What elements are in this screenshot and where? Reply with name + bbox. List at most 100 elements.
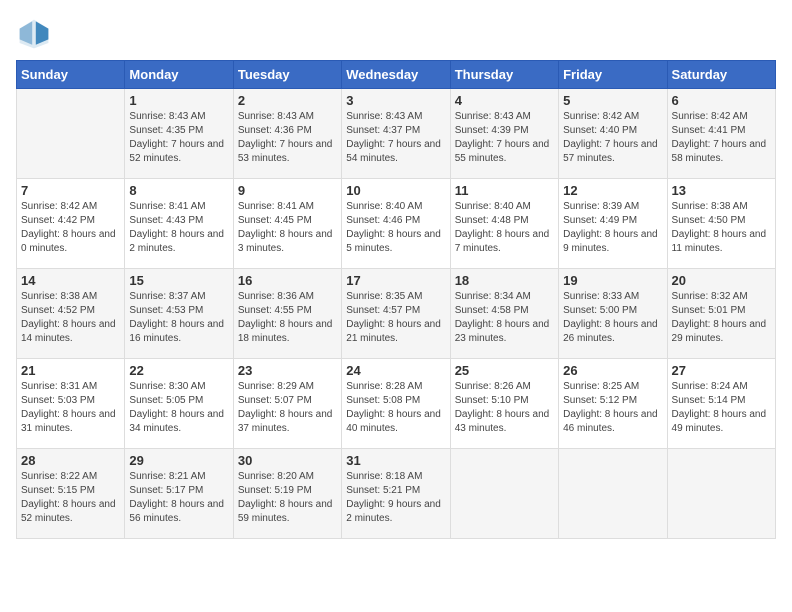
day-number: 26: [563, 363, 662, 378]
day-number: 3: [346, 93, 445, 108]
day-number: 19: [563, 273, 662, 288]
day-number: 31: [346, 453, 445, 468]
calendar-week-4: 28 Sunrise: 8:22 AMSunset: 5:15 PMDayligh…: [17, 449, 776, 539]
calendar-cell: 12 Sunrise: 8:39 AMSunset: 4:49 PMDayligh…: [559, 179, 667, 269]
day-info: Sunrise: 8:38 AMSunset: 4:50 PMDaylight:…: [672, 200, 771, 256]
calendar-cell: [450, 449, 558, 539]
day-info: Sunrise: 8:42 AMSunset: 4:41 PMDaylight:…: [672, 110, 771, 166]
day-number: 9: [238, 183, 337, 198]
calendar-cell: 23 Sunrise: 8:29 AMSunset: 5:07 PMDayligh…: [233, 359, 341, 449]
calendar-cell: 17 Sunrise: 8:35 AMSunset: 4:57 PMDayligh…: [342, 269, 450, 359]
day-number: 23: [238, 363, 337, 378]
calendar-cell: 30 Sunrise: 8:20 AMSunset: 5:19 PMDayligh…: [233, 449, 341, 539]
calendar-cell: 31 Sunrise: 8:18 AMSunset: 5:21 PMDayligh…: [342, 449, 450, 539]
calendar-cell: 8 Sunrise: 8:41 AMSunset: 4:43 PMDaylight…: [125, 179, 233, 269]
calendar-cell: [559, 449, 667, 539]
calendar-cell: 15Sunrise: 8:37 AMSunset: 4:53 PMDayligh…: [125, 269, 233, 359]
day-info: Sunrise: 8:30 AMSunset: 5:05 PMDaylight:…: [129, 380, 228, 436]
calendar-cell: [17, 89, 125, 179]
day-info: Sunrise: 8:41 AMSunset: 4:45 PMDaylight:…: [238, 200, 337, 256]
logo-icon: [16, 16, 52, 52]
header-day-thursday: Thursday: [450, 61, 558, 89]
calendar-cell: [667, 449, 775, 539]
day-number: 29: [129, 453, 228, 468]
day-info: Sunrise: 8:33 AMSunset: 5:00 PMDaylight:…: [563, 290, 662, 346]
calendar-cell: 29 Sunrise: 8:21 AMSunset: 5:17 PMDayligh…: [125, 449, 233, 539]
calendar-week-3: 21Sunrise: 8:31 AMSunset: 5:03 PMDayligh…: [17, 359, 776, 449]
logo: [16, 16, 56, 52]
calendar-cell: 18 Sunrise: 8:34 AMSunset: 4:58 PMDayligh…: [450, 269, 558, 359]
day-number: 27: [672, 363, 771, 378]
calendar-cell: 2 Sunrise: 8:43 AMSunset: 4:36 PMDaylight…: [233, 89, 341, 179]
day-info: Sunrise: 8:18 AMSunset: 5:21 PMDaylight:…: [346, 470, 445, 526]
day-info: Sunrise: 8:35 AMSunset: 4:57 PMDaylight:…: [346, 290, 445, 346]
calendar-cell: 26 Sunrise: 8:25 AMSunset: 5:12 PMDayligh…: [559, 359, 667, 449]
day-number: 25: [455, 363, 554, 378]
day-info: Sunrise: 8:39 AMSunset: 4:49 PMDaylight:…: [563, 200, 662, 256]
day-info: Sunrise: 8:21 AMSunset: 5:17 PMDaylight:…: [129, 470, 228, 526]
calendar-week-2: 14Sunrise: 8:38 AMSunset: 4:52 PMDayligh…: [17, 269, 776, 359]
day-info: Sunrise: 8:40 AMSunset: 4:48 PMDaylight:…: [455, 200, 554, 256]
header-day-monday: Monday: [125, 61, 233, 89]
day-info: Sunrise: 8:29 AMSunset: 5:07 PMDaylight:…: [238, 380, 337, 436]
calendar-cell: 28 Sunrise: 8:22 AMSunset: 5:15 PMDayligh…: [17, 449, 125, 539]
calendar-cell: 6Sunrise: 8:42 AMSunset: 4:41 PMDaylight…: [667, 89, 775, 179]
header-day-sunday: Sunday: [17, 61, 125, 89]
day-info: Sunrise: 8:20 AMSunset: 5:19 PMDaylight:…: [238, 470, 337, 526]
calendar-week-0: 1 Sunrise: 8:43 AMSunset: 4:35 PMDaylight…: [17, 89, 776, 179]
calendar-cell: 4Sunrise: 8:43 AMSunset: 4:39 PMDaylight…: [450, 89, 558, 179]
day-number: 2: [238, 93, 337, 108]
day-info: Sunrise: 8:25 AMSunset: 5:12 PMDaylight:…: [563, 380, 662, 436]
calendar-cell: 13 Sunrise: 8:38 AMSunset: 4:50 PMDayligh…: [667, 179, 775, 269]
day-info: Sunrise: 8:42 AMSunset: 4:42 PMDaylight:…: [21, 200, 120, 256]
header-row: SundayMondayTuesdayWednesdayThursdayFrid…: [17, 61, 776, 89]
day-info: Sunrise: 8:43 AMSunset: 4:39 PMDaylight:…: [455, 110, 554, 166]
calendar-cell: 24 Sunrise: 8:28 AMSunset: 5:08 PMDayligh…: [342, 359, 450, 449]
day-number: 20: [672, 273, 771, 288]
calendar-cell: 14Sunrise: 8:38 AMSunset: 4:52 PMDayligh…: [17, 269, 125, 359]
day-number: 21: [21, 363, 120, 378]
header-day-tuesday: Tuesday: [233, 61, 341, 89]
day-info: Sunrise: 8:42 AMSunset: 4:40 PMDaylight:…: [563, 110, 662, 166]
day-info: Sunrise: 8:38 AMSunset: 4:52 PMDaylight:…: [21, 290, 120, 346]
day-info: Sunrise: 8:41 AMSunset: 4:43 PMDaylight:…: [129, 200, 228, 256]
calendar-cell: 27 Sunrise: 8:24 AMSunset: 5:14 PMDayligh…: [667, 359, 775, 449]
day-info: Sunrise: 8:43 AMSunset: 4:36 PMDaylight:…: [238, 110, 337, 166]
day-info: Sunrise: 8:43 AMSunset: 4:35 PMDaylight:…: [129, 110, 228, 166]
day-number: 28: [21, 453, 120, 468]
day-number: 18: [455, 273, 554, 288]
calendar-cell: 22 Sunrise: 8:30 AMSunset: 5:05 PMDayligh…: [125, 359, 233, 449]
day-number: 11: [455, 183, 554, 198]
day-info: Sunrise: 8:36 AMSunset: 4:55 PMDaylight:…: [238, 290, 337, 346]
calendar-table: SundayMondayTuesdayWednesdayThursdayFrid…: [16, 60, 776, 539]
calendar-cell: 21Sunrise: 8:31 AMSunset: 5:03 PMDayligh…: [17, 359, 125, 449]
calendar-week-1: 7 Sunrise: 8:42 AMSunset: 4:42 PMDaylight…: [17, 179, 776, 269]
day-number: 17: [346, 273, 445, 288]
day-info: Sunrise: 8:26 AMSunset: 5:10 PMDaylight:…: [455, 380, 554, 436]
day-number: 7: [21, 183, 120, 198]
day-number: 24: [346, 363, 445, 378]
calendar-header: SundayMondayTuesdayWednesdayThursdayFrid…: [17, 61, 776, 89]
calendar-cell: 19 Sunrise: 8:33 AMSunset: 5:00 PMDayligh…: [559, 269, 667, 359]
header-day-wednesday: Wednesday: [342, 61, 450, 89]
header-day-saturday: Saturday: [667, 61, 775, 89]
day-info: Sunrise: 8:24 AMSunset: 5:14 PMDaylight:…: [672, 380, 771, 436]
day-number: 8: [129, 183, 228, 198]
day-number: 30: [238, 453, 337, 468]
day-number: 1: [129, 93, 228, 108]
day-number: 22: [129, 363, 228, 378]
day-info: Sunrise: 8:32 AMSunset: 5:01 PMDaylight:…: [672, 290, 771, 346]
day-number: 12: [563, 183, 662, 198]
page-header: [16, 16, 776, 52]
calendar-cell: 25 Sunrise: 8:26 AMSunset: 5:10 PMDayligh…: [450, 359, 558, 449]
calendar-cell: 7 Sunrise: 8:42 AMSunset: 4:42 PMDaylight…: [17, 179, 125, 269]
day-info: Sunrise: 8:37 AMSunset: 4:53 PMDaylight:…: [129, 290, 228, 346]
day-info: Sunrise: 8:34 AMSunset: 4:58 PMDaylight:…: [455, 290, 554, 346]
day-number: 13: [672, 183, 771, 198]
calendar-cell: 1 Sunrise: 8:43 AMSunset: 4:35 PMDaylight…: [125, 89, 233, 179]
day-info: Sunrise: 8:28 AMSunset: 5:08 PMDaylight:…: [346, 380, 445, 436]
day-number: 5: [563, 93, 662, 108]
calendar-cell: 11 Sunrise: 8:40 AMSunset: 4:48 PMDayligh…: [450, 179, 558, 269]
day-info: Sunrise: 8:40 AMSunset: 4:46 PMDaylight:…: [346, 200, 445, 256]
day-info: Sunrise: 8:22 AMSunset: 5:15 PMDaylight:…: [21, 470, 120, 526]
